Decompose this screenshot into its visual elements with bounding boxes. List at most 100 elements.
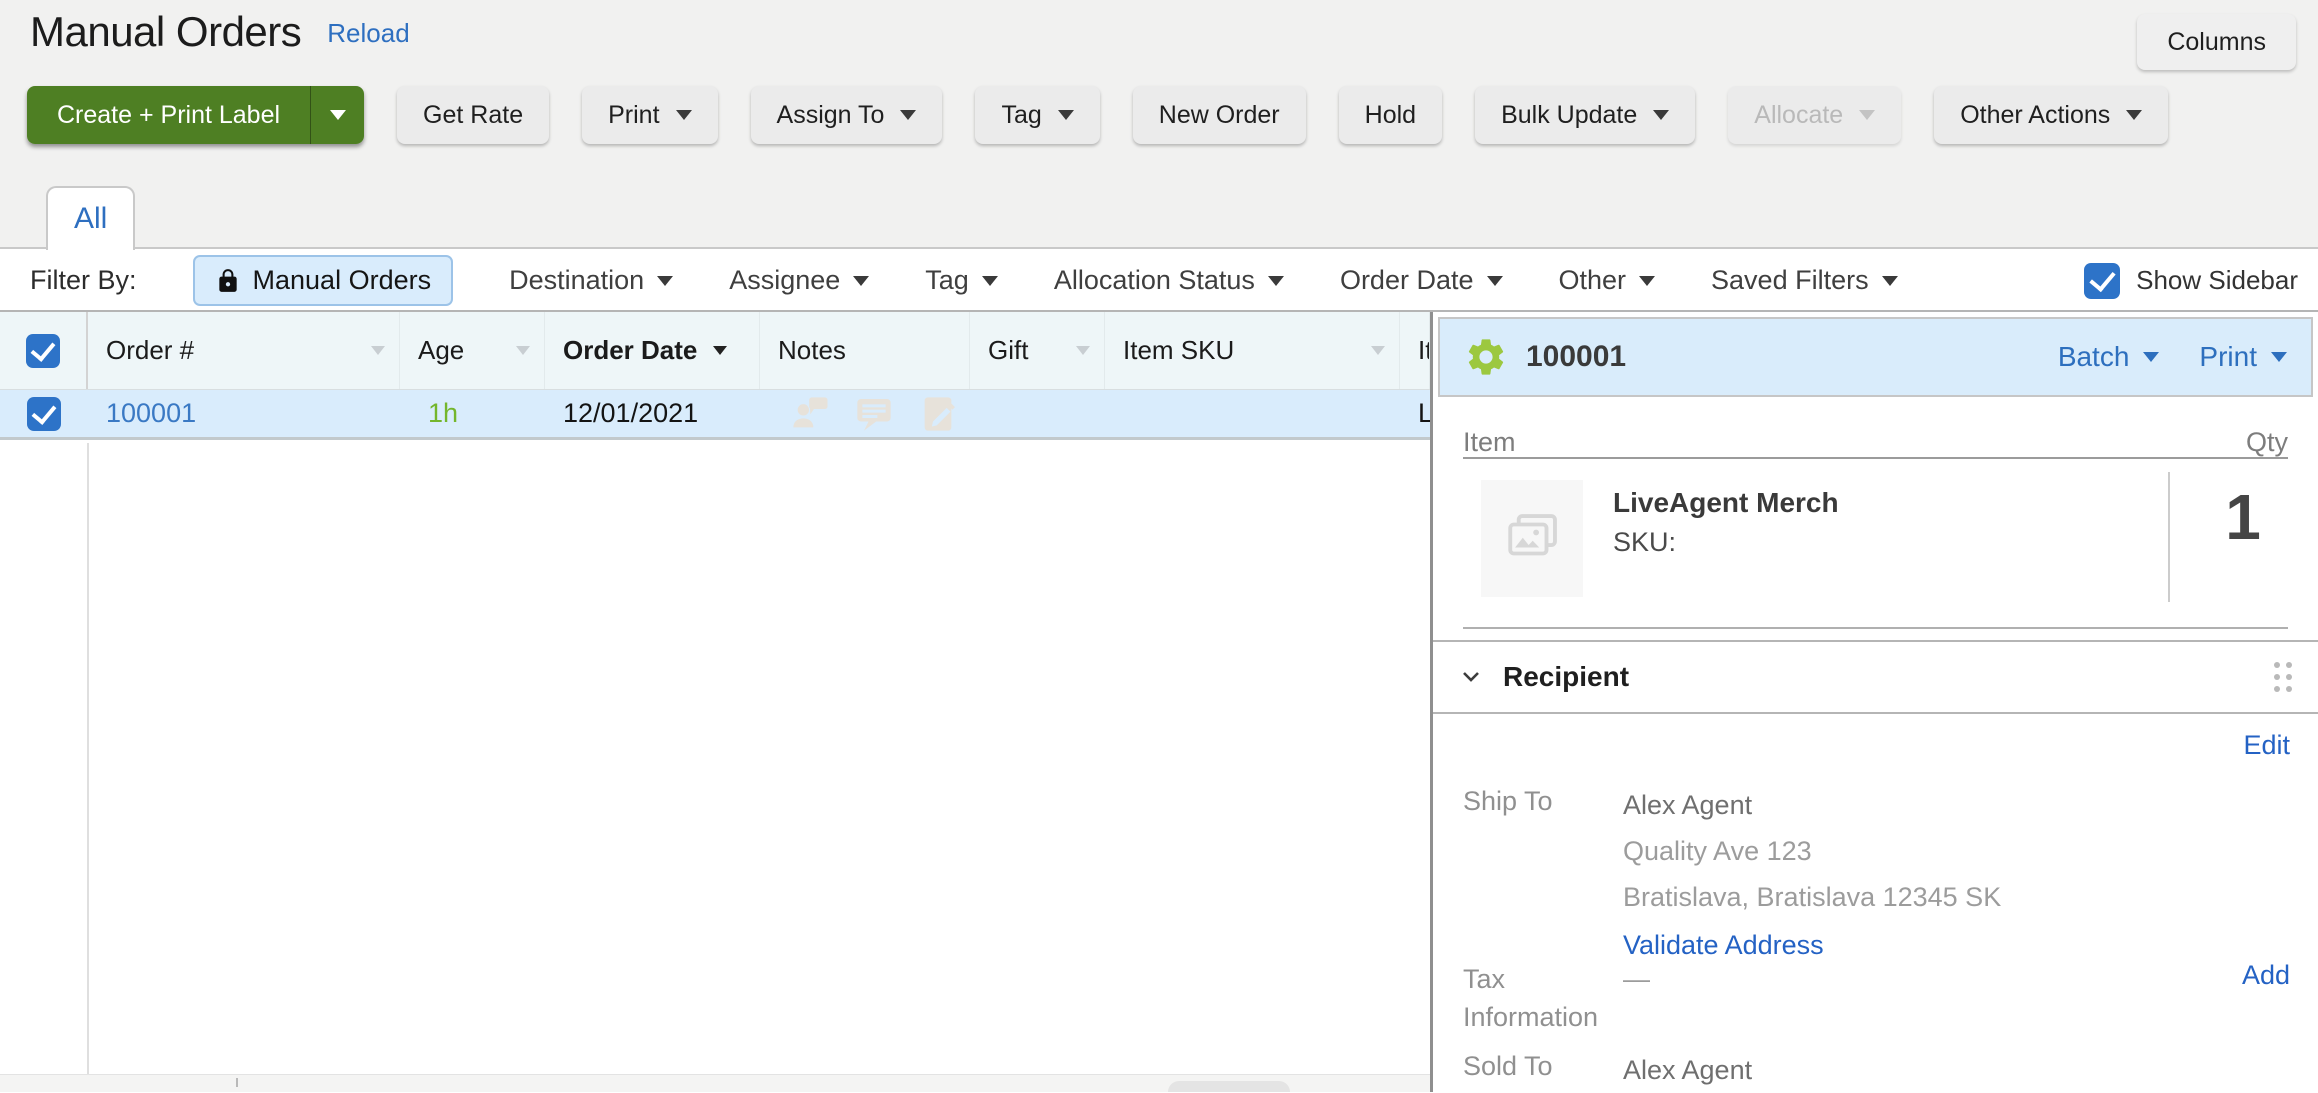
drag-handle-icon[interactable]: [2274, 662, 2292, 692]
bulk-update-button[interactable]: Bulk Update: [1475, 86, 1695, 144]
columns-button[interactable]: Columns: [2137, 14, 2296, 70]
filter-saved-filters-label: Saved Filters: [1711, 265, 1869, 296]
filter-other[interactable]: Other: [1559, 265, 1656, 296]
title-row: Manual Orders Reload: [30, 8, 410, 56]
tax-information-value: —: [1623, 960, 2242, 1036]
row-notes-cell: [760, 390, 970, 437]
locked-filter-label: Manual Orders: [253, 265, 432, 296]
row-checkbox-cell: [0, 390, 88, 437]
scrollbar-thumb[interactable]: [1168, 1081, 1290, 1092]
main-area: Order # Age Order Date Notes Gift: [0, 310, 2318, 1092]
tag-button-label: Tag: [1001, 101, 1041, 130]
divider: [1463, 627, 2288, 629]
order-note-icon[interactable]: [854, 394, 894, 434]
allocate-button: Allocate: [1728, 86, 1901, 144]
other-actions-button[interactable]: Other Actions: [1934, 86, 2168, 144]
select-all-header-cell[interactable]: [0, 312, 88, 389]
filter-assignee[interactable]: Assignee: [729, 265, 869, 296]
order-detail-sidebar: 100001 Batch Print Item Qty: [1430, 312, 2318, 1092]
column-header-age[interactable]: Age: [400, 312, 545, 389]
item-thumbnail: [1481, 480, 1583, 597]
column-filter-icon[interactable]: [1371, 346, 1385, 355]
filter-bar: Filter By: Manual Orders Destination Ass…: [0, 251, 2318, 310]
chevron-down-icon: [1487, 276, 1503, 286]
column-header-item-sku[interactable]: Item SKU: [1105, 312, 1400, 389]
filter-by-label: Filter By:: [30, 265, 137, 296]
chevron-down-icon: [676, 110, 692, 120]
column-header-notes[interactable]: Notes: [760, 312, 970, 389]
print-dropdown-label: Print: [2199, 341, 2257, 373]
recipient-address-line2: Bratislava, Bratislava 12345 SK: [1623, 874, 2290, 920]
items-header: Item Qty: [1463, 427, 2288, 458]
chevron-down-icon: [1859, 110, 1875, 120]
internal-note-icon[interactable]: [918, 394, 958, 434]
print-button[interactable]: Print: [582, 86, 717, 144]
sold-to-label: Sold To: [1463, 1047, 1623, 1093]
chevron-down-icon[interactable]: [1459, 665, 1483, 689]
chevron-down-icon: [2143, 352, 2159, 362]
row-checkbox[interactable]: [27, 397, 61, 431]
create-print-label-dropdown-button[interactable]: [310, 86, 364, 144]
edit-link[interactable]: Edit: [2243, 730, 2290, 760]
print-dropdown[interactable]: Print: [2199, 341, 2287, 373]
column-header-order-number[interactable]: Order #: [88, 312, 400, 389]
column-header-gift[interactable]: Gift: [970, 312, 1105, 389]
qty-column-label: Qty: [2246, 427, 2288, 458]
customer-note-icon[interactable]: [790, 394, 830, 434]
filter-allocation-status[interactable]: Allocation Status: [1054, 265, 1284, 296]
recipient-section-header[interactable]: Recipient: [1433, 640, 2318, 714]
tag-button[interactable]: Tag: [975, 86, 1099, 144]
add-tax-link[interactable]: Add: [2242, 960, 2290, 1036]
sidebar-order-number: 100001: [1526, 340, 1626, 374]
filter-tag[interactable]: Tag: [925, 265, 998, 296]
column-header-order-date[interactable]: Order Date: [545, 312, 760, 389]
hold-button[interactable]: Hold: [1339, 86, 1442, 144]
filter-destination[interactable]: Destination: [509, 265, 673, 296]
create-print-label-button[interactable]: Create + Print Label: [27, 86, 310, 144]
filter-saved-filters[interactable]: Saved Filters: [1711, 265, 1898, 296]
select-all-checkbox[interactable]: [26, 334, 60, 368]
column-header-gift-label: Gift: [988, 335, 1028, 366]
assign-to-button-label: Assign To: [777, 101, 885, 130]
column-header-order-date-label: Order Date: [563, 335, 697, 366]
tab-all[interactable]: All: [46, 186, 135, 250]
recipient-address-line1: Quality Ave 123: [1623, 828, 2290, 874]
column-filter-icon[interactable]: [1076, 346, 1090, 355]
page-title: Manual Orders: [30, 8, 301, 56]
chevron-down-icon: [1268, 276, 1284, 286]
order-row[interactable]: 100001 1h 12/01/2021: [0, 390, 1430, 440]
filter-tag-label: Tag: [925, 265, 969, 296]
reload-link[interactable]: Reload: [327, 18, 409, 56]
lock-icon: [215, 268, 241, 294]
filter-other-label: Other: [1559, 265, 1627, 296]
show-sidebar-toggle[interactable]: Show Sidebar: [2084, 263, 2298, 299]
create-print-label-split-button: Create + Print Label: [27, 86, 364, 144]
filter-order-date[interactable]: Order Date: [1340, 265, 1503, 296]
chevron-down-icon: [330, 110, 346, 120]
chevron-down-icon: [1058, 110, 1074, 120]
top-header: Manual Orders Reload Columns Create + Pr…: [0, 0, 2318, 249]
sold-to-value: Alex Agent: [1623, 1047, 2290, 1093]
batch-dropdown-label: Batch: [2058, 341, 2130, 373]
ship-to-value: Alex Agent Quality Ave 123 Bratislava, B…: [1623, 782, 2290, 968]
horizontal-scrollbar[interactable]: [0, 1074, 1430, 1092]
batch-dropdown[interactable]: Batch: [2058, 341, 2160, 373]
allocate-button-label: Allocate: [1754, 101, 1843, 130]
get-rate-button[interactable]: Get Rate: [397, 86, 549, 144]
new-order-button[interactable]: New Order: [1133, 86, 1306, 144]
show-sidebar-checkbox[interactable]: [2084, 263, 2120, 299]
column-filter-icon[interactable]: [371, 346, 385, 355]
ship-to-label: Ship To: [1463, 782, 1623, 968]
chevron-down-icon: [1653, 110, 1669, 120]
assign-to-button[interactable]: Assign To: [751, 86, 943, 144]
gear-icon[interactable]: [1464, 335, 1508, 379]
locked-filter-chip[interactable]: Manual Orders: [193, 255, 454, 306]
ship-to-field: Ship To Alex Agent Quality Ave 123 Brati…: [1463, 782, 2290, 968]
order-number-link[interactable]: 100001: [106, 398, 196, 429]
column-filter-icon[interactable]: [516, 346, 530, 355]
column-header-item-name[interactable]: It: [1400, 312, 1430, 389]
row-item-sku-cell: [1105, 390, 1400, 437]
column-header-notes-label: Notes: [778, 335, 846, 366]
toolbar: Create + Print Label Get Rate Print Assi…: [27, 86, 2168, 144]
column-header-item-name-label: It: [1418, 335, 1430, 366]
